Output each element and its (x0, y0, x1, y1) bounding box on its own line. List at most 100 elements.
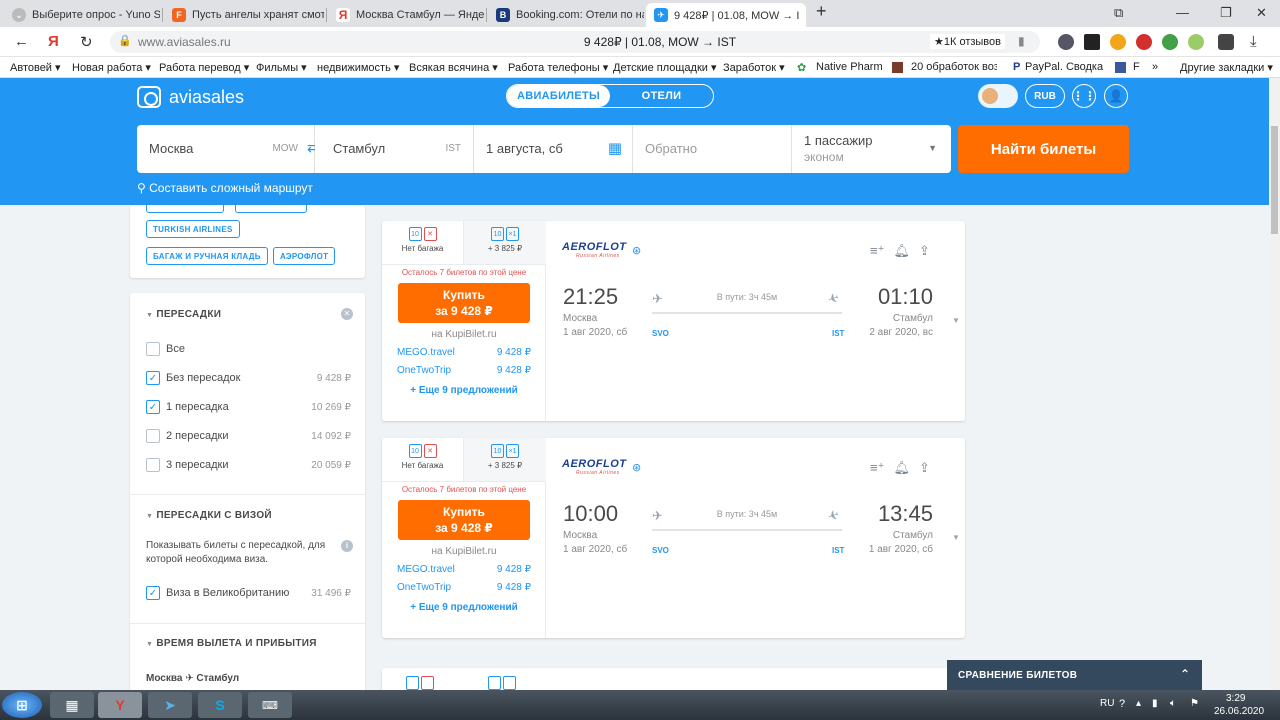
help-icon[interactable]: ? (1119, 698, 1125, 710)
extension-icon[interactable] (1058, 34, 1074, 50)
aviasales-logo[interactable]: aviasales (137, 86, 244, 108)
buy-button[interactable]: Купить за 9 428 ₽ (398, 500, 530, 540)
close-tab-icon[interactable]: ✕ (799, 8, 806, 22)
depart-date-field[interactable]: 1 августа, сб ▦ (474, 125, 633, 173)
tab-hotels[interactable]: ОТЕЛИ (610, 85, 713, 107)
stops-option-2[interactable]: 2 пересадки 14 092 ₽ (146, 428, 351, 444)
tab-flights[interactable]: АВИАБИЛЕТЫ (507, 85, 610, 107)
volume-icon[interactable]: 🔈︎ (1170, 698, 1176, 709)
origin-field[interactable]: Москва MOW ⇄ (137, 125, 319, 173)
agent-offer[interactable]: MEGO.travel 9 428 ₽ (397, 564, 531, 575)
return-date-field[interactable]: Обратно (633, 125, 792, 173)
browser-tab[interactable]: B Booking.com: Отели по на (488, 3, 644, 27)
back-arrow-icon[interactable]: ← (14, 33, 29, 50)
bookmark-item[interactable]: Всякая всячина ▾ (409, 61, 498, 74)
page-scrollbar[interactable] (1269, 78, 1280, 690)
browser-tab-active[interactable]: ✈ 9 428₽ | 01.08, MOW → I ✕ (646, 3, 806, 27)
filter-tag-baggage[interactable]: БАГАЖ И РУЧНАЯ КЛАДЬ (146, 247, 268, 265)
scrollbar-thumb[interactable] (1271, 126, 1278, 234)
bookmark-item[interactable]: недвижимость ▾ (317, 61, 399, 74)
stops-option-1[interactable]: ✓ 1 пересадка 10 269 ₽ (146, 399, 351, 415)
bookmark-item[interactable]: 20 обработок воз (911, 61, 997, 73)
extension-icon[interactable] (1162, 34, 1178, 50)
bookmark-item[interactable]: Новая работа ▾ (72, 61, 151, 74)
compare-tickets-bar[interactable]: СРАВНЕНИЕ БИЛЕТОВ ⌃ (947, 660, 1202, 690)
extension-icon[interactable] (1136, 34, 1152, 50)
find-tickets-button[interactable]: Найти билеты (958, 125, 1129, 173)
close-window-button[interactable]: ✕ (1256, 5, 1267, 21)
bookmarks-overflow-button[interactable]: » (1152, 61, 1158, 73)
tray-expand-icon[interactable]: ▴ (1136, 698, 1141, 709)
filter-tag-partial[interactable] (235, 195, 307, 213)
baggage-option-none[interactable]: 10 ✕ Нет багажа (382, 438, 464, 482)
stops-option-all[interactable]: Все (146, 341, 351, 357)
yandex-logo-icon[interactable]: Я (48, 33, 59, 50)
start-button-icon[interactable]: ⊞ (2, 692, 42, 718)
notification-icon[interactable]: ⚑ (1190, 698, 1199, 709)
bell-icon[interactable]: 🔔︎ (893, 460, 910, 476)
bookmark-item[interactable]: Работа перевод ▾ (159, 61, 249, 74)
visa-filter-header[interactable]: ▼ ПЕРЕСАДКИ С ВИЗОЙ (146, 510, 272, 521)
bookmark-flag-icon[interactable]: ▮ (1018, 34, 1025, 48)
visa-option-uk[interactable]: ✓ Виза в Великобританию 31 496 ₽ (146, 585, 351, 601)
checkbox-checked[interactable]: ✓ (146, 371, 160, 385)
checkbox[interactable] (146, 429, 160, 443)
share-icon[interactable]: ⇪ (919, 243, 930, 259)
reset-filter-icon[interactable]: ✕ (341, 308, 353, 320)
calculator-icon[interactable]: ▦ (50, 692, 94, 718)
agent-offer[interactable]: OneTwoTrip 9 428 ₽ (397, 365, 531, 376)
language-indicator[interactable]: RU (1100, 698, 1114, 709)
reviews-badge[interactable]: ★1К отзывов (930, 34, 1005, 49)
download-icon[interactable]: ⤓ (1250, 33, 1257, 50)
maximize-button[interactable]: ❐ (1220, 5, 1232, 21)
bookmark-item[interactable]: Работа телефоны ▾ (508, 61, 608, 74)
url-field[interactable]: 🔒 www.aviasales.ru 9 428₽ | 01.08, MOW →… (110, 31, 1040, 53)
checkbox-checked[interactable]: ✓ (146, 400, 160, 414)
share-icon[interactable]: ⇪ (919, 460, 930, 476)
times-filter-header[interactable]: ▼ ВРЕМЯ ВЫЛЕТА И ПРИБЫТИЯ (146, 638, 317, 649)
network-icon[interactable]: ▮ (1152, 698, 1158, 709)
bookmark-item[interactable]: Фильмы ▾ (256, 61, 307, 74)
bookmark-item[interactable]: Native Pharm (816, 61, 883, 73)
baggage-option-paid[interactable]: 10 ×1 + 3 825 ₽ (464, 221, 546, 265)
buy-button[interactable]: Купить за 9 428 ₽ (398, 283, 530, 323)
stops-option-3[interactable]: 3 пересадки 20 059 ₽ (146, 457, 351, 473)
bookmark-manager-icon[interactable]: ⧉ (1114, 5, 1123, 21)
filter-tag-aeroflot[interactable]: АЭРОФЛОТ (273, 247, 336, 265)
filter-tag-partial[interactable] (146, 195, 224, 213)
info-icon[interactable]: i (341, 540, 353, 552)
stops-option-direct[interactable]: ✓ Без пересадок 9 428 ₽ (146, 370, 351, 386)
chevron-up-icon[interactable]: ⌃ (1180, 667, 1190, 681)
complex-route-link[interactable]: ⚲ Составить сложный маршрут (137, 181, 313, 195)
checkbox[interactable] (146, 458, 160, 472)
more-offers-link[interactable]: + Еще 9 предложений (382, 602, 546, 613)
bookmark-item[interactable]: Автовей ▾ (10, 61, 61, 74)
user-profile-icon[interactable]: 👤 (1104, 84, 1128, 108)
keyboard-app-icon[interactable]: ⌨ (248, 692, 292, 718)
theme-toggle[interactable] (978, 84, 1018, 108)
passengers-field[interactable]: 1 пассажир эконом ▼ (792, 125, 951, 173)
bookmark-item[interactable]: F (1133, 61, 1140, 73)
add-to-list-icon[interactable]: ≡⁺ (870, 243, 884, 259)
browser-tab[interactable]: ⌄ Выберите опрос - Yuno Su (4, 3, 160, 27)
checkbox-checked[interactable]: ✓ (146, 586, 160, 600)
baggage-option-none[interactable]: 10 ✕ Нет багажа (382, 221, 464, 265)
skype-icon[interactable]: S (198, 692, 242, 718)
translate-icon[interactable] (1218, 34, 1234, 50)
stops-filter-header[interactable]: ▼ ПЕРЕСАДКИ (146, 309, 221, 320)
browser-tab[interactable]: Я Москва Стамбул — Яндекс (328, 3, 484, 27)
extension-icon[interactable] (1110, 34, 1126, 50)
other-bookmarks[interactable]: Другие закладки ▾ (1180, 61, 1273, 74)
apps-grid-icon[interactable]: ⋮⋮ (1072, 84, 1096, 108)
agent-offer[interactable]: OneTwoTrip 9 428 ₽ (397, 582, 531, 593)
expand-chevron-icon[interactable]: ▼ (952, 316, 960, 325)
bookmark-item[interactable]: PayPal. Сводка (1025, 61, 1103, 73)
filter-tag-turkish[interactable]: TURKISH AIRLINES (146, 220, 240, 238)
extension-lt-icon[interactable] (1084, 34, 1100, 50)
reload-icon[interactable]: ↻ (80, 33, 93, 51)
agent-offer[interactable]: MEGO.travel 9 428 ₽ (397, 347, 531, 358)
destination-field[interactable]: Стамбул IST (315, 125, 474, 173)
checkbox[interactable] (146, 342, 160, 356)
currency-button[interactable]: RUB (1025, 84, 1065, 108)
expand-chevron-icon[interactable]: ▼ (952, 533, 960, 542)
